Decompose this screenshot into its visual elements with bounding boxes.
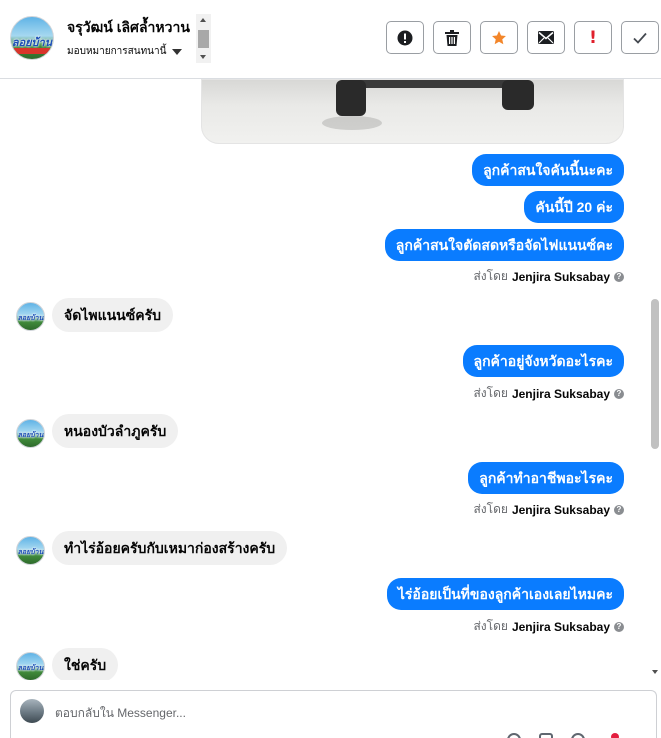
follow-up-button[interactable]: ! — [574, 21, 612, 54]
exclamation-icon: ! — [589, 27, 597, 48]
contact-avatar[interactable]: ลอยบ้าน — [16, 536, 45, 565]
mark-done-button[interactable] — [621, 21, 659, 54]
page-avatar — [20, 699, 44, 723]
scroll-down-arrow-icon[interactable] — [652, 670, 658, 674]
sent-by-prefix: ส่งโดย — [473, 386, 508, 400]
outgoing-message[interactable]: ลูกค้าทำอาชีพอะไรคะ — [468, 462, 624, 494]
sender-name[interactable]: Jenjira Suksabay — [512, 270, 610, 284]
check-icon — [633, 32, 647, 44]
outgoing-message[interactable]: คันนี้ปี 20 ค่ะ — [524, 191, 624, 223]
sent-by-prefix: ส่งโดย — [473, 619, 508, 633]
star-icon — [492, 30, 506, 44]
scrollbar-thumb[interactable] — [651, 299, 659, 449]
alert-circle-icon — [397, 30, 413, 45]
action-toolbar: ! — [386, 21, 659, 54]
scroll-up-arrow-icon[interactable] — [200, 18, 206, 22]
contact-name[interactable]: จรุวัฒน์ เลิศล้ำหวาน — [67, 17, 190, 39]
outgoing-message[interactable]: ลูกค้าสนใจตัดสดหรือจัดไฟแนนซ์คะ — [384, 229, 624, 261]
contact-avatar[interactable]: ลอยบ้าน — [16, 419, 45, 448]
sent-by-label: ส่งโดย Jenjira Suksabay ? — [473, 500, 624, 519]
reply-composer — [10, 690, 657, 738]
composer-actions — [507, 733, 585, 738]
sent-by-label: ส่งโดย Jenjira Suksabay ? — [473, 267, 624, 286]
delete-button[interactable] — [433, 21, 471, 54]
help-icon[interactable]: ? — [614, 388, 624, 399]
emoji-icon[interactable] — [507, 733, 521, 738]
help-icon[interactable]: ? — [614, 271, 624, 282]
incoming-message[interactable]: หนองบัวลำภูครับ — [52, 414, 179, 448]
help-icon[interactable]: ? — [614, 621, 624, 632]
mark-spam-button[interactable] — [386, 21, 424, 54]
shared-car-photo[interactable] — [201, 79, 624, 144]
conversation-header: ลอยบ้าน จรุวัฒน์ เลิศล้ำหวาน มอบหมายการส… — [0, 0, 661, 79]
incoming-message[interactable]: จัดไพแนนซ์ครับ — [52, 298, 174, 332]
thread-scrollbar[interactable] — [649, 79, 661, 680]
trash-icon — [445, 29, 459, 46]
mark-unread-button[interactable] — [527, 21, 565, 54]
star-button[interactable] — [480, 21, 518, 54]
assign-label: มอบหมายการสนทนานี้ — [67, 46, 167, 57]
header-scrollbar[interactable] — [196, 14, 211, 63]
outgoing-message[interactable]: ลูกค้าอยู่จังหวัดอะไรคะ — [462, 345, 624, 377]
envelope-icon — [538, 31, 554, 44]
sent-by-prefix: ส่งโดย — [473, 502, 508, 516]
messenger-inbox: ลอยบ้าน จรุวัฒน์ เลิศล้ำหวาน มอบหมายการส… — [0, 0, 661, 738]
help-icon[interactable]: ? — [614, 504, 624, 515]
sender-name[interactable]: Jenjira Suksabay — [512, 387, 610, 401]
contact-avatar[interactable]: ลอยบ้าน — [16, 302, 45, 331]
scrollbar-thumb[interactable] — [198, 30, 209, 48]
notification-dot — [611, 733, 619, 738]
reply-input[interactable] — [55, 703, 555, 723]
outgoing-message[interactable]: ไร่อ้อยเป็นที่ของลูกค้าเองเลยไหมคะ — [386, 578, 624, 610]
assign-dropdown[interactable]: มอบหมายการสนทนานี้ — [67, 44, 183, 59]
scroll-down-arrow-icon[interactable] — [200, 55, 206, 59]
incoming-message[interactable]: ใช่ครับ — [52, 648, 119, 680]
chevron-down-icon — [172, 48, 183, 55]
sender-name[interactable]: Jenjira Suksabay — [512, 503, 610, 517]
sent-by-label: ส่งโดย Jenjira Suksabay ? — [473, 617, 624, 636]
message-thread[interactable]: ลูกค้าสนใจคันนี้นะคะ คันนี้ปี 20 ค่ะ ลูก… — [0, 79, 661, 680]
sent-by-label: ส่งโดย Jenjira Suksabay ? — [473, 384, 624, 403]
avatar[interactable]: ลอยบ้าน — [10, 16, 54, 60]
incoming-message[interactable]: ทำไร่อ้อยครับกับเหมาก่องสร้างครับ — [52, 531, 288, 565]
sender-name[interactable]: Jenjira Suksabay — [512, 620, 610, 634]
sent-by-prefix: ส่งโดย — [473, 269, 508, 283]
contact-avatar[interactable]: ลอยบ้าน — [16, 652, 45, 680]
outgoing-message[interactable]: ลูกค้าสนใจคันนี้นะคะ — [472, 154, 624, 186]
gif-icon[interactable] — [571, 733, 585, 738]
attachment-icon[interactable] — [539, 733, 553, 738]
